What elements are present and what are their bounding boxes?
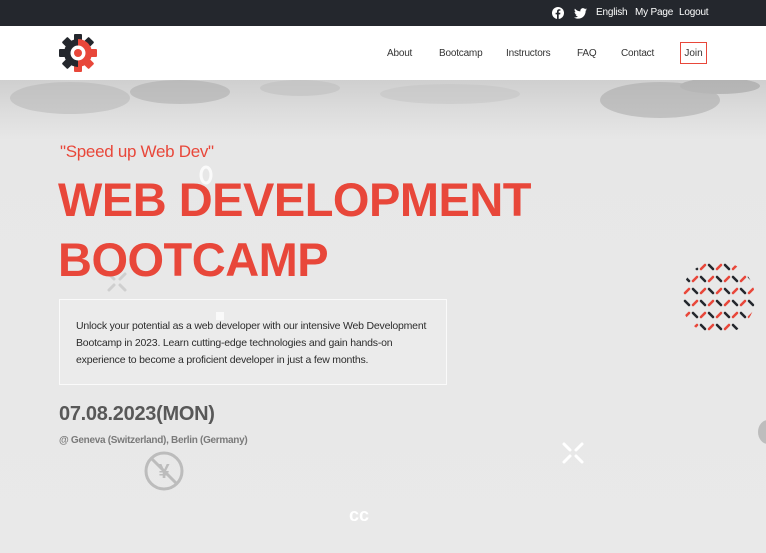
nav-contact[interactable]: Contact — [621, 48, 654, 59]
twitter-icon[interactable] — [573, 6, 587, 20]
decorative-cc-icon: cc — [349, 505, 369, 524]
decorative-expand-icon — [562, 442, 584, 464]
facebook-icon[interactable] — [551, 6, 565, 20]
hero-background-photo — [10, 80, 760, 118]
event-date: 07.08.2023(MON) — [59, 403, 215, 425]
top-bar: English My Page Logout — [0, 0, 766, 26]
logout-link[interactable]: Logout — [679, 7, 709, 18]
gear-logo-icon[interactable] — [58, 33, 98, 73]
event-location: @ Geneva (Switzerland), Berlin (Germany) — [59, 435, 248, 446]
language-link[interactable]: English — [596, 7, 628, 18]
hero-title-line1: WEB DEVELOPMENT — [58, 173, 531, 226]
decorative-no-yen-icon: ¥ — [144, 451, 184, 491]
hero-section: ¥ cc "Speed up Web Dev" WEB DEVELOPMENT … — [0, 80, 766, 553]
join-button[interactable]: Join — [680, 42, 707, 64]
svg-text:cc: cc — [349, 505, 369, 524]
hero-tagline: "Speed up Web Dev" — [60, 142, 214, 161]
hero-description-box: Unlock your potential as a web developer… — [59, 299, 447, 385]
svg-text:¥: ¥ — [158, 461, 170, 483]
hero-description: Unlock your potential as a web developer… — [76, 320, 427, 366]
decorative-pattern-circle — [681, 261, 755, 335]
nav-instructors[interactable]: Instructors — [506, 48, 551, 59]
hero-title-line2: BOOTCAMP — [58, 233, 329, 286]
main-navbar: About Bootcamp Instructors FAQ Contact J… — [0, 26, 766, 80]
nav-about[interactable]: About — [387, 48, 412, 59]
decorative-edge-circle — [758, 420, 766, 444]
nav-bootcamp[interactable]: Bootcamp — [439, 48, 483, 59]
mypage-link[interactable]: My Page — [635, 7, 673, 18]
nav-faq[interactable]: FAQ — [577, 48, 597, 59]
